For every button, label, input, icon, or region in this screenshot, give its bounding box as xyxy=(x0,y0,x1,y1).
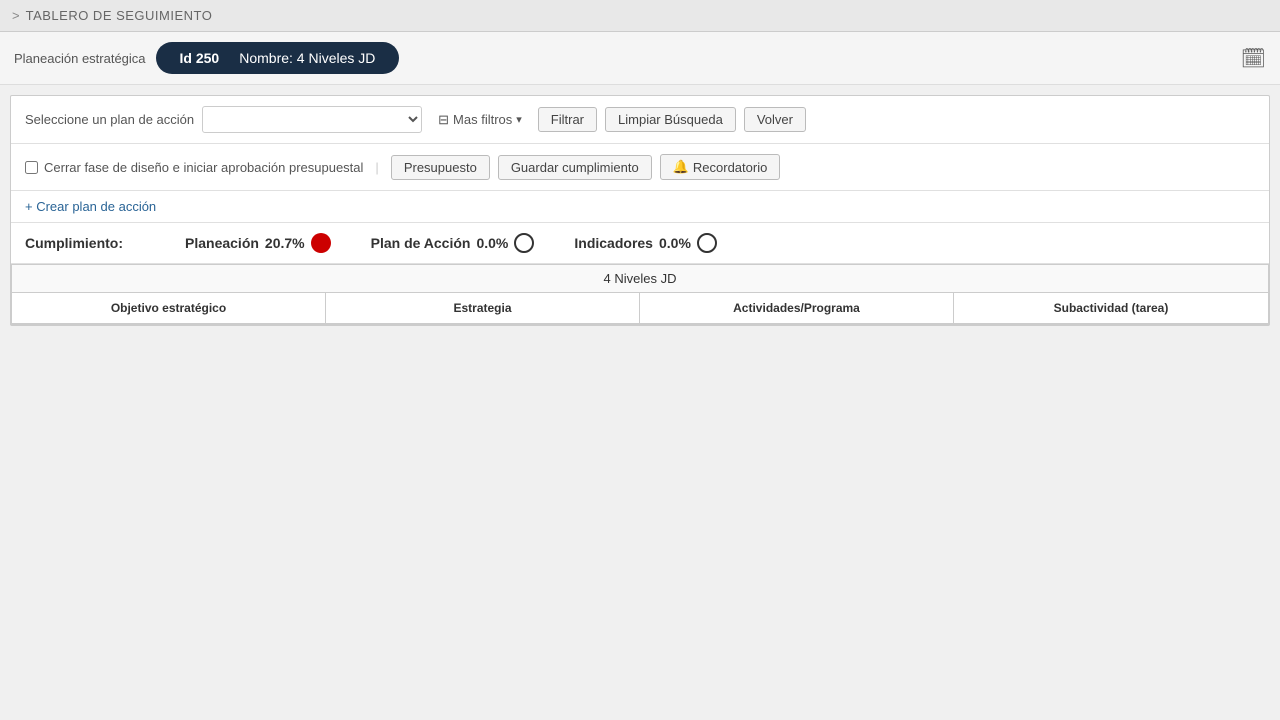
calendar-icon[interactable]: 🗓 xyxy=(1241,46,1266,71)
phase-checkbox[interactable] xyxy=(25,161,38,174)
mas-filtros-button[interactable]: ⊟ Mas filtros ▾ xyxy=(430,108,530,132)
plan-accion-name: Plan de Acción xyxy=(371,235,471,251)
col-subactividad: Subactividad (tarea) xyxy=(954,293,1268,323)
actions-row: Cerrar fase de diseño e iniciar aprobaci… xyxy=(11,144,1269,191)
indicadores-indicator-empty xyxy=(697,233,717,253)
top-bar-title: TABLERO DE SEGUIMIENTO xyxy=(26,8,213,23)
plan-accion-item: Plan de Acción 0.0% xyxy=(371,233,535,253)
guardar-cumplimiento-button[interactable]: Guardar cumplimiento xyxy=(498,155,652,180)
col-estrategia: Estrategia xyxy=(326,293,640,323)
separator: | xyxy=(375,160,378,175)
plan-accion-value: 0.0% xyxy=(476,235,508,251)
table-header-row: Objetivo estratégico Estrategia Activida… xyxy=(12,293,1268,324)
breadcrumb-label: Planeación estratégica xyxy=(14,51,146,66)
planeacion-value: 20.7% xyxy=(265,235,305,251)
indicadores-name: Indicadores xyxy=(574,235,653,251)
phase-label: Cerrar fase de diseño e iniciar aprobaci… xyxy=(44,160,363,175)
phase-checkbox-label[interactable]: Cerrar fase de diseño e iniciar aprobaci… xyxy=(25,160,363,175)
id-pill-name: Nombre: 4 Niveles JD xyxy=(239,50,375,66)
bell-icon: 🔔 xyxy=(673,159,689,175)
filtrar-button[interactable]: Filtrar xyxy=(538,107,597,132)
mas-filtros-label: Mas filtros xyxy=(453,112,512,127)
limpiar-busqueda-button[interactable]: Limpiar Búsqueda xyxy=(605,107,736,132)
indicadores-item: Indicadores 0.0% xyxy=(574,233,717,253)
planeacion-item: Planeación 20.7% xyxy=(185,233,331,253)
col-actividades: Actividades/Programa xyxy=(640,293,954,323)
recordatorio-label: Recordatorio xyxy=(693,160,767,175)
main-content: Seleccione un plan de acción ⊟ Mas filtr… xyxy=(10,95,1270,326)
top-bar: > TABLERO DE SEGUIMIENTO xyxy=(0,0,1280,32)
plan-accion-indicator-empty xyxy=(514,233,534,253)
presupuesto-button[interactable]: Presupuesto xyxy=(391,155,490,180)
breadcrumb-left: Planeación estratégica Id 250 Nombre: 4 … xyxy=(14,42,399,74)
table-section: 4 Niveles JD Objetivo estratégico Estrat… xyxy=(11,264,1269,325)
filter-label: Seleccione un plan de acción xyxy=(25,112,194,127)
create-row: + Crear plan de acción xyxy=(11,191,1269,223)
id-pill[interactable]: Id 250 Nombre: 4 Niveles JD xyxy=(156,42,400,74)
table-group-header: 4 Niveles JD xyxy=(12,265,1268,293)
arrow-icon: > xyxy=(12,8,20,23)
plan-accion-select[interactable] xyxy=(202,106,422,133)
volver-button[interactable]: Volver xyxy=(744,107,806,132)
chevron-down-icon: ▾ xyxy=(516,113,522,126)
breadcrumb-row: Planeación estratégica Id 250 Nombre: 4 … xyxy=(0,32,1280,85)
create-plan-link[interactable]: + Crear plan de acción xyxy=(25,199,156,214)
filter-row: Seleccione un plan de acción ⊟ Mas filtr… xyxy=(11,96,1269,144)
cumplimiento-label: Cumplimiento: xyxy=(25,235,155,251)
recordatorio-button[interactable]: 🔔 Recordatorio xyxy=(660,154,781,180)
col-objetivo: Objetivo estratégico xyxy=(12,293,326,323)
planeacion-name: Planeación xyxy=(185,235,259,251)
indicadores-value: 0.0% xyxy=(659,235,691,251)
filter-icon: ⊟ xyxy=(438,112,449,128)
planeacion-indicator-red xyxy=(311,233,331,253)
cumplimiento-row: Cumplimiento: Planeación 20.7% Plan de A… xyxy=(11,223,1269,264)
id-pill-id: Id 250 xyxy=(180,50,220,66)
